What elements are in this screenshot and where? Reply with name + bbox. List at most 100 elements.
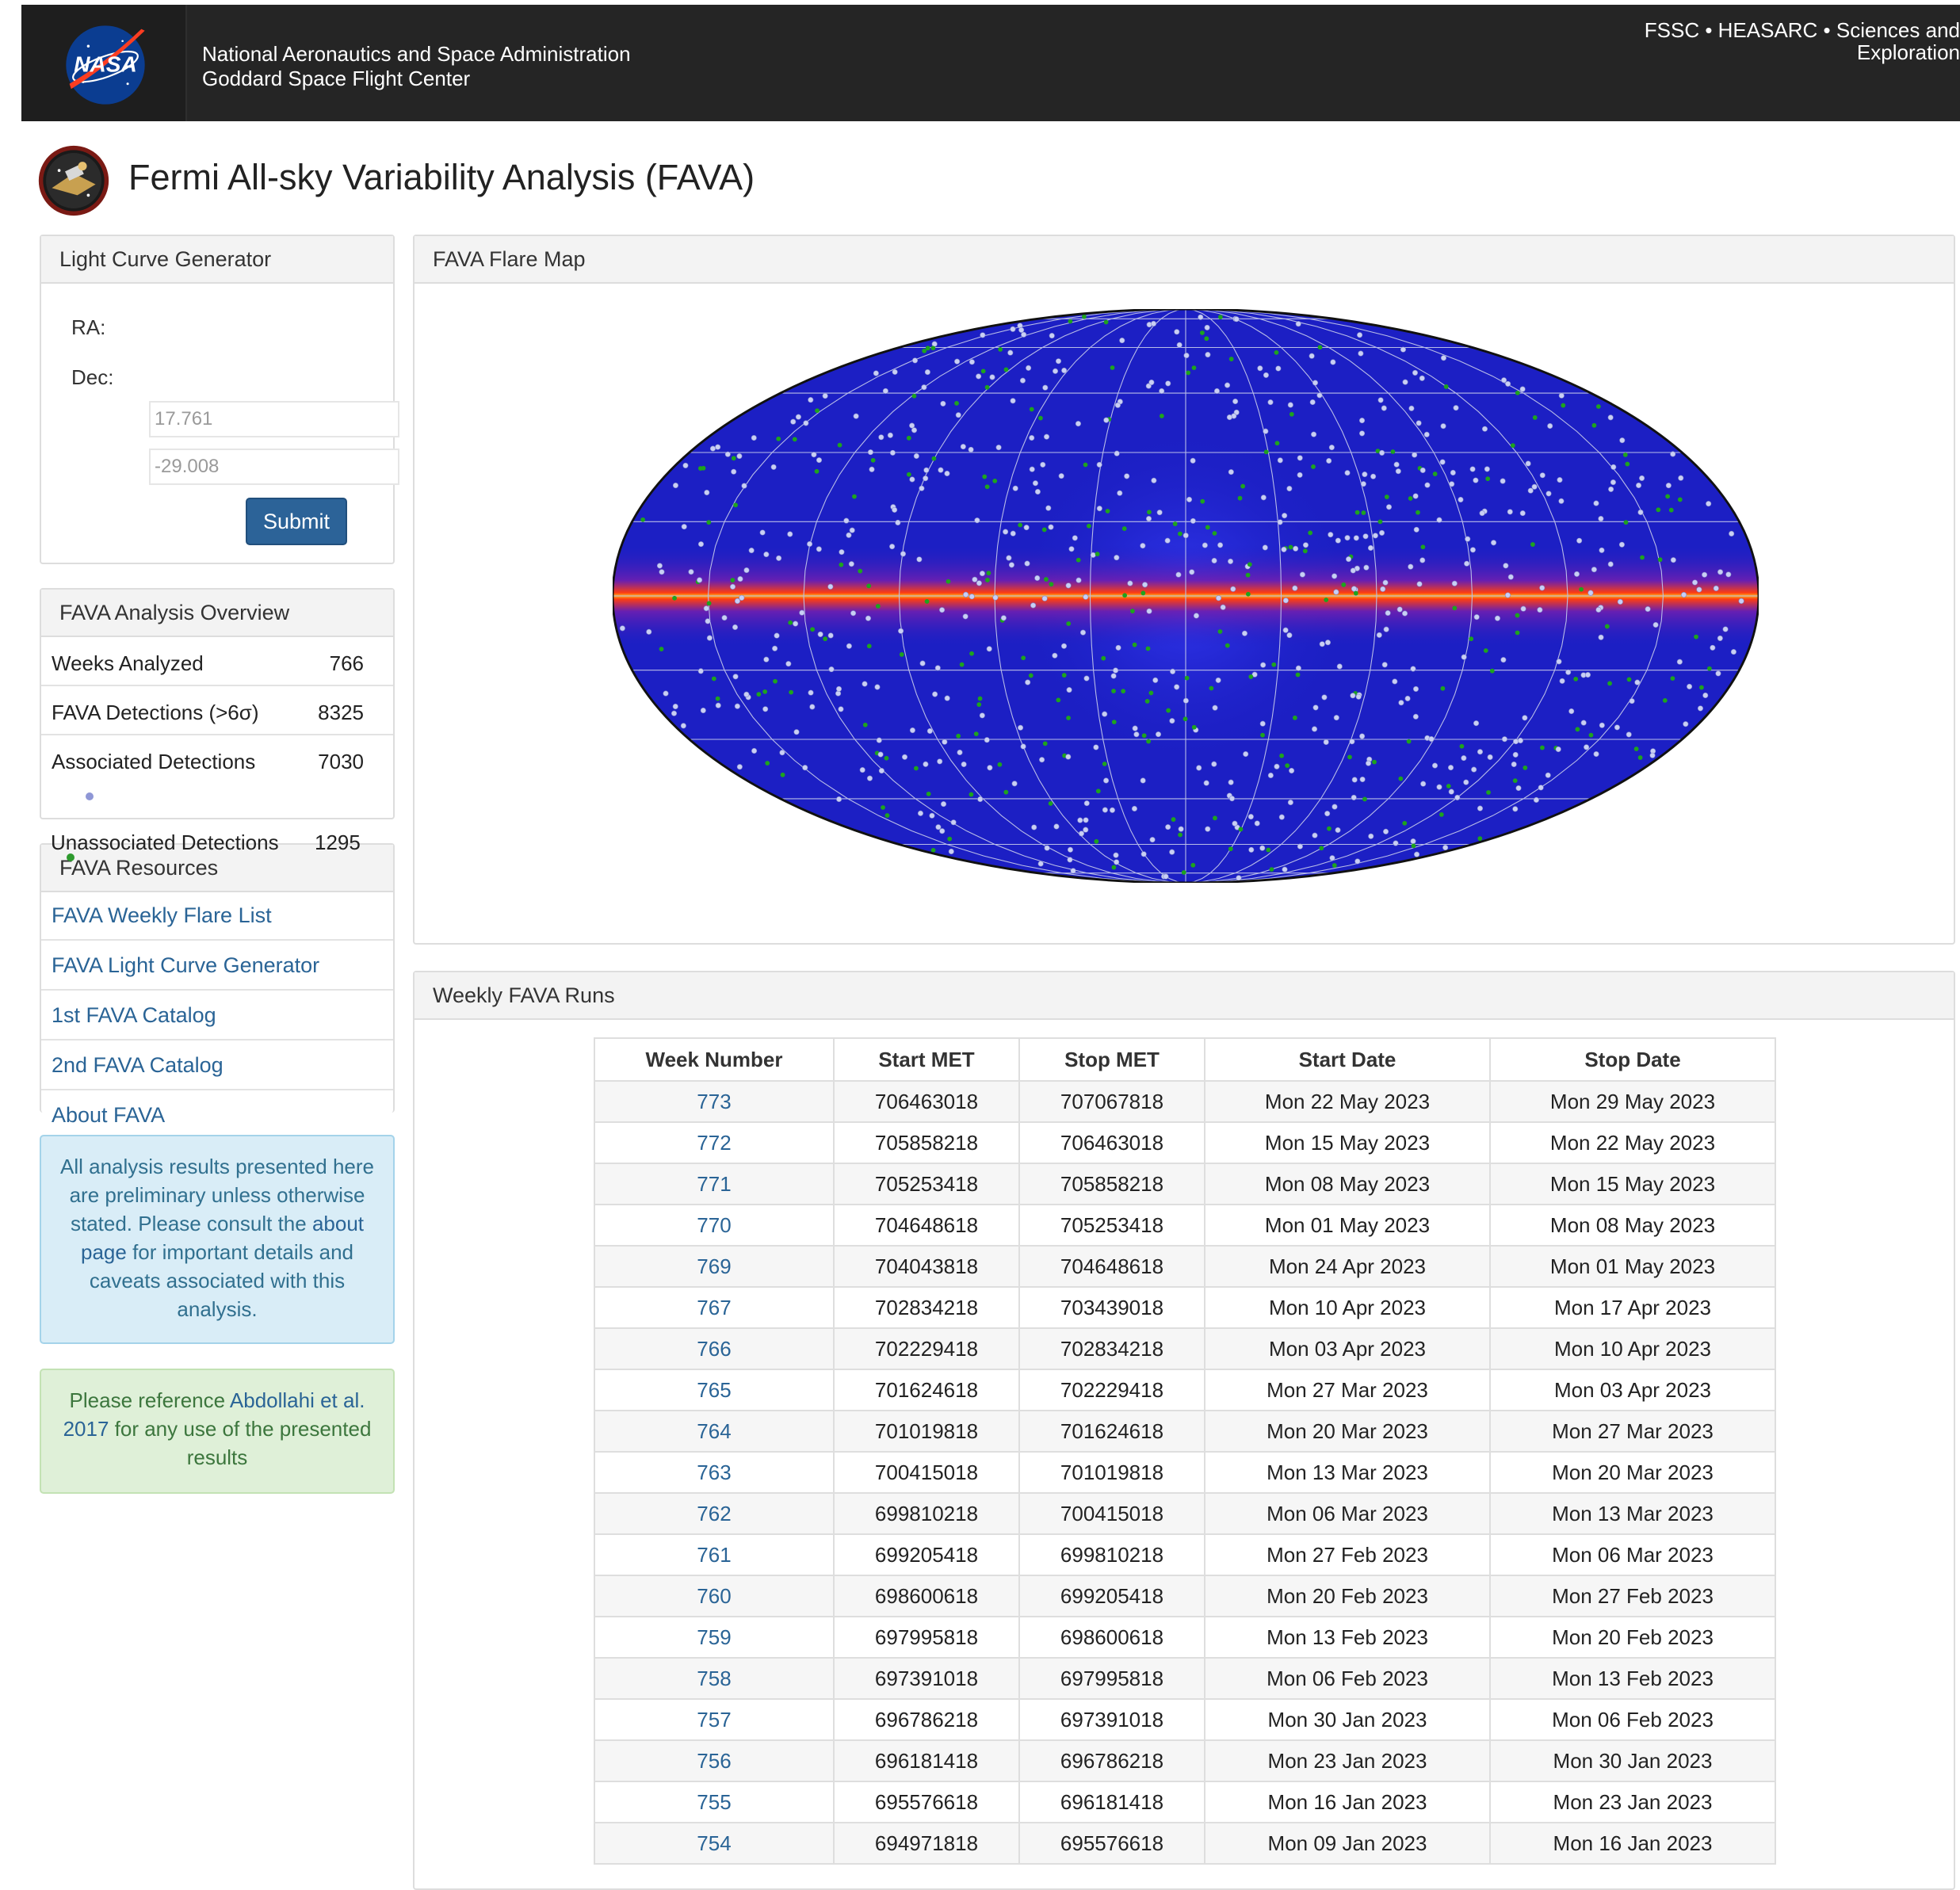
- submit-button[interactable]: Submit: [246, 498, 347, 545]
- dec-label: Dec:: [71, 365, 114, 389]
- col-stop-date[interactable]: Stop Date: [1489, 1037, 1776, 1082]
- stop-date-cell: Mon 01 May 2023: [1489, 1245, 1776, 1288]
- stop-date-cell: Mon 13 Mar 2023: [1489, 1492, 1776, 1535]
- col-week-number[interactable]: Week Number: [594, 1037, 835, 1082]
- stop-met-cell: 702834218: [1018, 1327, 1205, 1370]
- weekly-runs-heading: Weekly FAVA Runs: [415, 972, 1954, 1020]
- top-nav-links[interactable]: FSSC • HEASARC • Sciences and Exploratio…: [1645, 19, 1960, 63]
- table-row: 756 696181418 696786218 Mon 23 Jan 2023 Mon …: [594, 1739, 1776, 1782]
- week-number-link[interactable]: 764: [594, 1410, 835, 1453]
- week-number-link[interactable]: 769: [594, 1245, 835, 1288]
- week-number-link[interactable]: 772: [594, 1121, 835, 1164]
- start-met-cell: 700415018: [833, 1451, 1020, 1494]
- fermi-patch-icon: [38, 145, 109, 216]
- flare-map-panel: FAVA Flare Map: [413, 235, 1955, 945]
- week-number-link[interactable]: 757: [594, 1698, 835, 1741]
- resource-link[interactable]: FAVA Light Curve Generator: [52, 953, 319, 978]
- col-start-met[interactable]: Start MET: [833, 1037, 1020, 1082]
- col-start-date[interactable]: Start Date: [1204, 1037, 1491, 1082]
- top-nav-line-2[interactable]: Exploration: [1645, 41, 1960, 63]
- week-number-link[interactable]: 756: [594, 1739, 835, 1782]
- overview-value: 7030: [318, 750, 364, 773]
- col-stop-met[interactable]: Stop MET: [1018, 1037, 1205, 1082]
- start-date-cell: Mon 08 May 2023: [1204, 1163, 1491, 1205]
- stop-met-cell: 707067818: [1018, 1080, 1205, 1123]
- week-number-link[interactable]: 755: [594, 1781, 835, 1823]
- start-date-cell: Mon 10 Apr 2023: [1204, 1286, 1491, 1329]
- table-row: 772 705858218 706463018 Mon 15 May 2023 Mon …: [594, 1121, 1776, 1164]
- weekly-runs-table: Week Number Start MET Stop MET Start Dat…: [594, 1037, 1776, 1865]
- start-met-cell: 701624618: [833, 1369, 1020, 1411]
- stop-date-cell: Mon 27 Mar 2023: [1489, 1410, 1776, 1453]
- table-row: 765 701624618 702229418 Mon 27 Mar 2023 Mon …: [594, 1369, 1776, 1411]
- start-date-cell: Mon 13 Feb 2023: [1204, 1616, 1491, 1659]
- start-date-cell: Mon 01 May 2023: [1204, 1204, 1491, 1247]
- start-met-cell: 695576618: [833, 1781, 1020, 1823]
- table-row: 759 697995818 698600618 Mon 13 Feb 2023 Mon …: [594, 1616, 1776, 1659]
- week-number-link[interactable]: 765: [594, 1369, 835, 1411]
- resource-link[interactable]: 1st FAVA Catalog: [52, 1003, 216, 1028]
- start-met-cell: 702834218: [833, 1286, 1020, 1329]
- start-met-cell: 704043818: [833, 1245, 1020, 1288]
- start-date-cell: Mon 30 Jan 2023: [1204, 1698, 1491, 1741]
- table-row: 767 702834218 703439018 Mon 10 Apr 2023 Mon …: [594, 1286, 1776, 1329]
- agency-name: National Aeronautics and Space Administr…: [202, 42, 631, 91]
- start-met-cell: 699810218: [833, 1492, 1020, 1535]
- overview-row-detections: FAVA Detections (>6σ) 8325: [41, 686, 393, 735]
- week-number-link[interactable]: 763: [594, 1451, 835, 1494]
- week-number-link[interactable]: 766: [594, 1327, 835, 1370]
- ra-input[interactable]: [149, 401, 399, 437]
- stop-date-cell: Mon 27 Feb 2023: [1489, 1575, 1776, 1617]
- unassociated-marker-icon: [67, 853, 75, 861]
- week-number-link[interactable]: 771: [594, 1163, 835, 1205]
- light-curve-generator-panel: Light Curve Generator RA: Dec: Submit: [40, 235, 399, 564]
- week-number-link[interactable]: 760: [594, 1575, 835, 1617]
- stop-date-cell: Mon 15 May 2023: [1489, 1163, 1776, 1205]
- resource-1st-catalog[interactable]: 1st FAVA Catalog: [41, 992, 393, 1040]
- resource-link[interactable]: About FAVA: [52, 1103, 165, 1128]
- stop-met-cell: 699205418: [1018, 1575, 1205, 1617]
- week-number-link[interactable]: 758: [594, 1657, 835, 1700]
- table-row: 766 702229418 702834218 Mon 03 Apr 2023 Mon …: [594, 1327, 1776, 1370]
- stop-date-cell: Mon 22 May 2023: [1489, 1121, 1776, 1164]
- week-number-link[interactable]: 761: [594, 1533, 835, 1576]
- stop-met-cell: 697391018: [1018, 1698, 1205, 1741]
- table-row: 770 704648618 705253418 Mon 01 May 2023 Mon …: [594, 1204, 1776, 1247]
- stop-date-cell: Mon 10 Apr 2023: [1489, 1327, 1776, 1370]
- overview-value: 8325: [318, 701, 364, 724]
- start-met-cell: 694971818: [833, 1822, 1020, 1865]
- citation-notice: Please reference Abdollahi et al. 2017 f…: [40, 1369, 395, 1494]
- stop-met-cell: 702229418: [1018, 1369, 1205, 1411]
- resource-weekly-flare-list[interactable]: FAVA Weekly Flare List: [41, 892, 393, 941]
- ra-label: RA:: [71, 315, 106, 339]
- start-date-cell: Mon 22 May 2023: [1204, 1080, 1491, 1123]
- light-curve-generator-heading: Light Curve Generator: [41, 236, 393, 284]
- table-header-row: Week Number Start MET Stop MET Start Dat…: [594, 1037, 1776, 1082]
- svg-text:NASA: NASA: [74, 52, 137, 77]
- analysis-overview-heading: FAVA Analysis Overview: [41, 590, 393, 637]
- week-number-link[interactable]: 759: [594, 1616, 835, 1659]
- start-date-cell: Mon 06 Mar 2023: [1204, 1492, 1491, 1535]
- resource-link[interactable]: FAVA Weekly Flare List: [52, 903, 272, 928]
- week-number-link[interactable]: 762: [594, 1492, 835, 1535]
- top-nav-line-1[interactable]: FSSC • HEASARC • Sciences and: [1645, 19, 1960, 41]
- week-number-link[interactable]: 767: [594, 1286, 835, 1329]
- dec-input[interactable]: [149, 449, 399, 485]
- week-number-link[interactable]: 770: [594, 1204, 835, 1247]
- start-date-cell: Mon 03 Apr 2023: [1204, 1327, 1491, 1370]
- all-sky-flare-map[interactable]: [613, 309, 1759, 883]
- stop-met-cell: 703439018: [1018, 1286, 1205, 1329]
- resource-2nd-catalog[interactable]: 2nd FAVA Catalog: [41, 1042, 393, 1090]
- resource-link[interactable]: 2nd FAVA Catalog: [52, 1053, 224, 1078]
- resources-panel: FAVA Resources FAVA Weekly Flare List FA…: [40, 843, 395, 1127]
- start-met-cell: 698600618: [833, 1575, 1020, 1617]
- week-number-link[interactable]: 773: [594, 1080, 835, 1123]
- stop-date-cell: Mon 20 Feb 2023: [1489, 1616, 1776, 1659]
- start-met-cell: 705253418: [833, 1163, 1020, 1205]
- week-number-link[interactable]: 754: [594, 1822, 835, 1865]
- resource-light-curve-generator[interactable]: FAVA Light Curve Generator: [41, 942, 393, 991]
- nasa-logo-icon[interactable]: NASA: [63, 22, 148, 108]
- resource-about-fava[interactable]: About FAVA: [41, 1092, 393, 1127]
- start-date-cell: Mon 27 Feb 2023: [1204, 1533, 1491, 1576]
- table-row: 761 699205418 699810218 Mon 27 Feb 2023 Mon …: [594, 1533, 1776, 1576]
